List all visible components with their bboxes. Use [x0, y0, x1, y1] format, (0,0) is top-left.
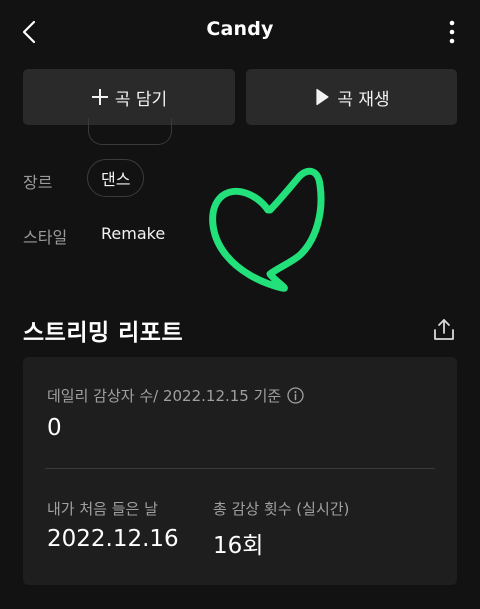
page-title: Candy: [206, 18, 274, 40]
report-card: 데일리 감상자 수/ 2022.12.15 기준 0 내가 처음 들은 날 20…: [23, 357, 457, 585]
more-options-button[interactable]: [440, 16, 464, 48]
report-title: 스트리밍 리포트: [23, 320, 184, 346]
first-listen-label: 내가 처음 들은 날: [47, 500, 158, 518]
total-plays-label: 총 감상 횟수 (실시간): [213, 500, 350, 518]
heart-doodle-stroke: [209, 167, 325, 292]
scrolled-chip: [88, 118, 172, 145]
style-value[interactable]: Remake: [101, 224, 165, 243]
card-divider: [45, 468, 435, 469]
daily-listeners-value: 0: [47, 415, 62, 441]
genre-chip[interactable]: 댄스: [87, 159, 145, 197]
plus-icon: [91, 88, 109, 106]
share-icon: [434, 319, 454, 340]
play-song-button[interactable]: 곡 재생: [246, 69, 457, 125]
genre-label: 장르: [23, 173, 53, 192]
add-song-button[interactable]: 곡 담기: [23, 69, 235, 125]
style-label: 스타일: [23, 228, 68, 247]
daily-listeners-text: 데일리 감상자 수/ 2022.12.15 기준: [47, 387, 282, 405]
first-listen-value: 2022.12.16: [47, 526, 179, 552]
total-plays-value: 16회: [213, 533, 264, 559]
play-song-label: 곡 재생: [337, 89, 390, 110]
share-button[interactable]: [430, 316, 458, 344]
daily-listeners-label: 데일리 감상자 수/ 2022.12.15 기준: [47, 385, 304, 406]
top-bar: Candy: [0, 0, 480, 62]
info-icon[interactable]: [287, 387, 304, 404]
more-vertical-icon: [449, 20, 455, 44]
play-icon: [313, 88, 331, 106]
add-song-label: 곡 담기: [114, 89, 168, 110]
